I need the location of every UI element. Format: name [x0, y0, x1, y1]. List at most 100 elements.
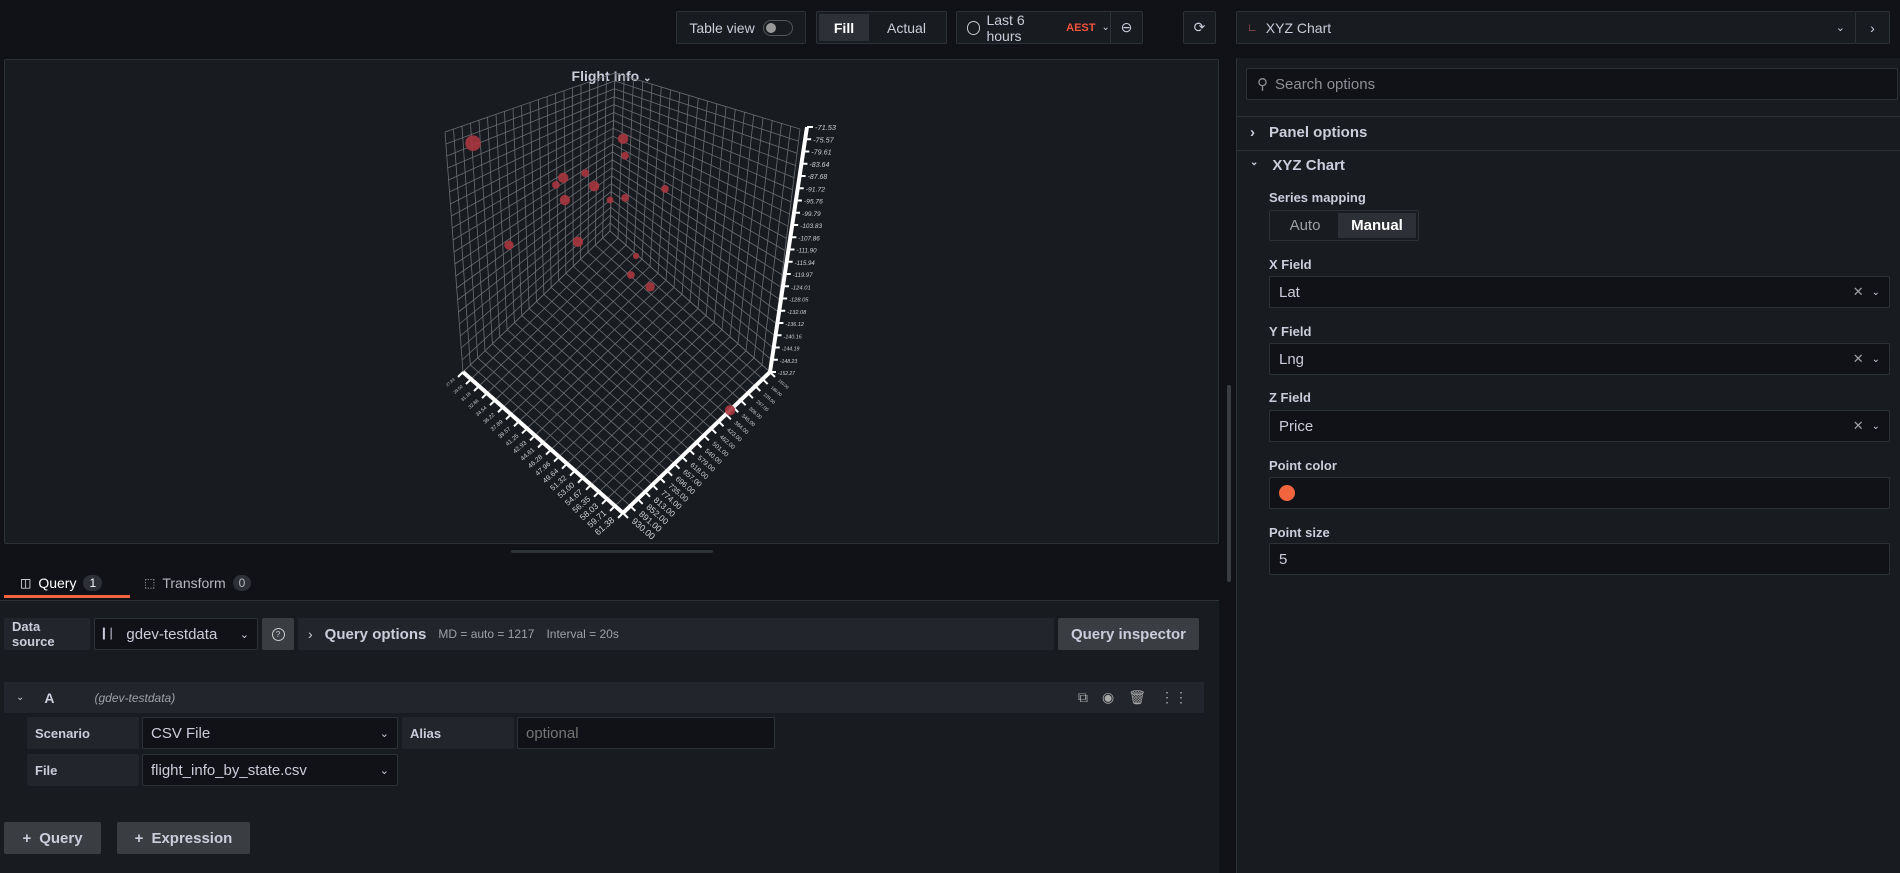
z-axis-tick — [673, 462, 681, 470]
x-tick-label: 27.83 — [445, 376, 456, 387]
point-size-input[interactable]: 5 — [1269, 543, 1890, 575]
z-axis-tick — [636, 498, 644, 505]
data-source-label: Data source — [4, 618, 90, 650]
y-tick-label: -107.86 — [798, 235, 820, 242]
z-axis-tick — [681, 455, 688, 463]
x-axis-tick — [457, 371, 464, 378]
query-ref-id[interactable]: A — [44, 690, 54, 706]
data-point — [632, 252, 640, 260]
collapse-options-button[interactable]: › — [1855, 11, 1890, 44]
floor-grid-line — [478, 244, 627, 387]
help-button[interactable]: ? — [262, 618, 294, 650]
x-tick-label: 32.86 — [467, 398, 480, 411]
xyz-chart[interactable]: 61.3859.7158.0356.3554.6753.0051.3249.64… — [0, 0, 1000, 560]
floor-grid-line — [470, 237, 619, 380]
x-axis-tick — [585, 484, 592, 491]
trash-icon[interactable]: 🗑 — [1128, 689, 1146, 706]
z-axis-tick — [644, 491, 651, 498]
chevron-down-icon: ⌄ — [1871, 353, 1880, 365]
x-axis-tick — [561, 462, 568, 470]
x-field-label: X Field — [1269, 257, 1312, 272]
z-axis-tick — [659, 477, 666, 484]
x-axis-tick — [545, 448, 552, 456]
y-field-label: Y Field — [1269, 324, 1312, 339]
data-point — [617, 133, 629, 145]
y-tick-label: -99.79 — [802, 211, 821, 218]
y-tick-label: -140.16 — [784, 334, 802, 340]
scrollbar[interactable] — [1227, 385, 1231, 582]
xyz-chart-section[interactable]: ⌄ XYZ Chart — [1250, 157, 1345, 174]
alias-input[interactable] — [517, 717, 775, 749]
panel-options-section[interactable]: › Panel options — [1250, 124, 1367, 141]
wall-grid-line — [609, 72, 616, 232]
y-tick-label: -79.61 — [811, 149, 831, 157]
search-placeholder: Search options — [1275, 75, 1376, 93]
z-axis-tick — [747, 392, 754, 399]
x-axis-tick — [601, 498, 608, 505]
chevron-down-icon: ⌄ — [379, 764, 389, 777]
add-expression-button[interactable]: + Expression — [117, 822, 250, 854]
series-mapping-manual[interactable]: Manual — [1338, 213, 1416, 238]
x-tick-label: 34.54 — [475, 405, 489, 418]
x-axis-tick — [593, 491, 600, 498]
query-inspector-button[interactable]: Query inspector — [1058, 618, 1199, 650]
timezone-label: AEST — [1066, 21, 1096, 34]
y-tick-label: -75.57 — [813, 135, 835, 144]
clear-icon[interactable]: ✕ — [1853, 351, 1864, 367]
tab-transform[interactable]: ⬚ Transform 0 — [144, 570, 252, 595]
drag-handle-icon[interactable]: ⋮⋮ — [1160, 689, 1188, 706]
scenario-value: CSV File — [151, 724, 211, 742]
eye-icon[interactable]: ◉ — [1102, 689, 1114, 706]
x-axis-tick — [497, 406, 504, 413]
database-icon: ◫ — [20, 575, 32, 590]
x-axis-tick — [577, 477, 584, 484]
data-source-picker[interactable]: ▎▏ gdev-testdata ⌄ — [94, 618, 258, 650]
tab-label: Transform — [162, 574, 226, 591]
plus-icon: + — [22, 829, 32, 847]
z-axis-tick — [710, 427, 717, 435]
data-point — [645, 282, 655, 292]
series-mapping-label: Series mapping — [1269, 190, 1366, 205]
y-field-select[interactable]: Lng ✕ ⌄ — [1269, 343, 1890, 375]
search-options-input[interactable]: ⚲ Search options — [1246, 68, 1898, 100]
collapse-chevron-icon[interactable]: ⌄ — [16, 692, 24, 703]
scenario-select[interactable]: CSV File ⌄ — [142, 717, 398, 749]
add-query-button[interactable]: + Query — [4, 822, 101, 854]
z-axis-tick — [754, 385, 762, 392]
x-axis-tick — [465, 378, 472, 385]
zoom-out-button[interactable]: ⊖ — [1109, 12, 1142, 43]
y-tick-label: -91.72 — [806, 186, 825, 193]
color-swatch[interactable] — [1279, 485, 1295, 501]
search-icon: ⚲ — [1257, 76, 1268, 93]
tab-query[interactable]: ◫ Query 1 — [4, 570, 130, 598]
clear-icon[interactable]: ✕ — [1853, 284, 1864, 300]
y-field-value: Lng — [1279, 350, 1305, 368]
panel-resize-handle[interactable] — [511, 550, 713, 553]
z-field-select[interactable]: Price ✕ ⌄ — [1269, 410, 1890, 442]
point-color-picker[interactable] — [1269, 477, 1890, 509]
point-size-value: 5 — [1279, 550, 1288, 568]
refresh-button[interactable]: ⟳ — [1183, 11, 1216, 44]
x-axis-tick — [505, 413, 512, 421]
floor-grid-line — [587, 251, 749, 394]
clear-icon[interactable]: ✕ — [1853, 418, 1864, 434]
query-options-bar[interactable]: › Query options MD = auto = 1217 Interva… — [298, 618, 1054, 650]
x-axis-tick — [521, 427, 528, 435]
wall-grid-line — [614, 72, 801, 130]
y-tick-label: -124.01 — [791, 285, 811, 291]
max-data-points: MD = auto = 1217 — [438, 627, 535, 641]
series-mapping-auto[interactable]: Auto — [1272, 213, 1338, 238]
file-value: flight_info_by_state.csv — [151, 761, 307, 779]
data-point — [606, 196, 614, 204]
x-field-select[interactable]: Lat ✕ ⌄ — [1269, 276, 1890, 308]
y-tick-label: -95.76 — [804, 199, 823, 206]
duplicate-icon[interactable]: ⧉ — [1078, 689, 1088, 706]
file-select[interactable]: flight_info_by_state.csv ⌄ — [142, 754, 398, 786]
data-point — [465, 135, 481, 151]
visualization-picker[interactable]: ∟ XYZ Chart ⌄ — [1236, 11, 1856, 44]
data-point — [661, 185, 669, 193]
x-axis-tick — [481, 392, 488, 399]
z-axis-tick — [666, 469, 673, 477]
z-axis-tick — [651, 484, 659, 491]
y-tick-label: -71.53 — [815, 123, 837, 132]
